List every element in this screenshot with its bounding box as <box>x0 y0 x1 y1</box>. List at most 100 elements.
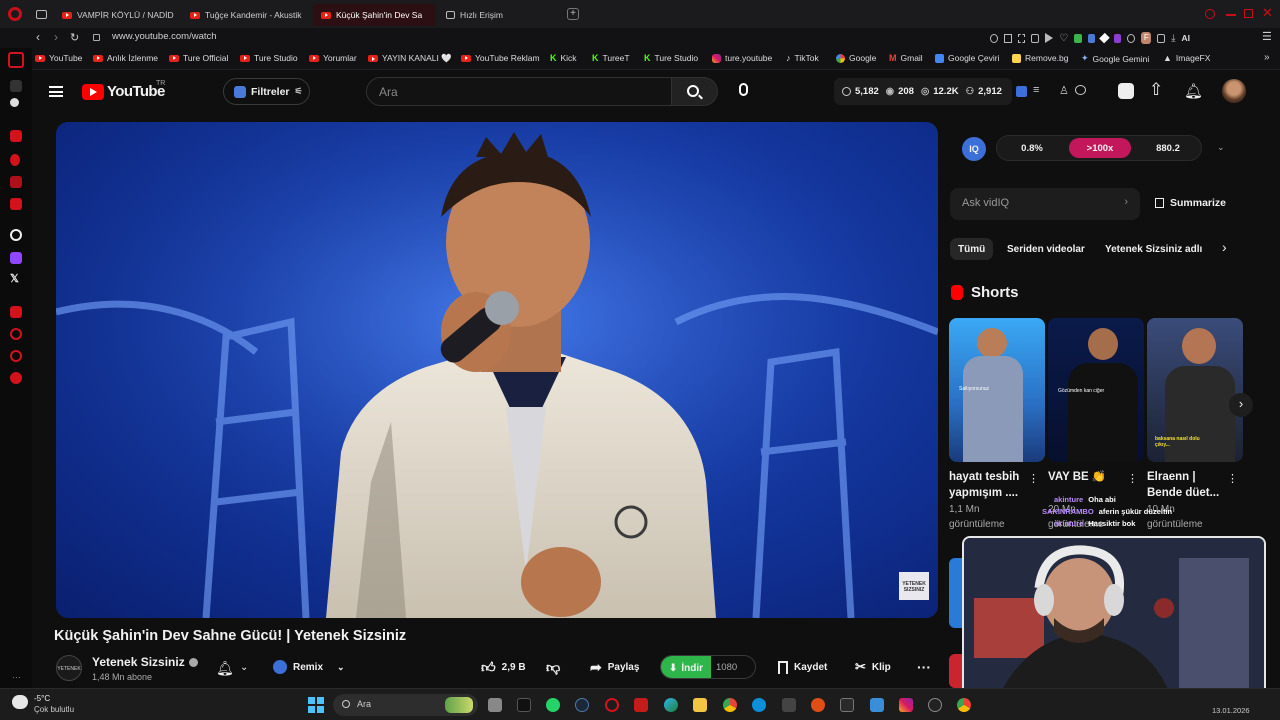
sidebar-youtube-icon[interactable] <box>10 198 22 210</box>
home-icon[interactable] <box>8 52 24 68</box>
upload-icon[interactable]: ⇧ <box>1149 80 1163 100</box>
chat-icon[interactable] <box>1075 85 1086 95</box>
bookmark-anlik-izlenme[interactable]: Anlık İzlenme <box>93 53 158 63</box>
bookmark-tureet[interactable]: K TureeT <box>592 53 630 63</box>
task-view-icon[interactable] <box>488 698 502 712</box>
bookmark-yorumlar[interactable]: Yorumlar <box>309 53 357 63</box>
chrome-2-icon[interactable] <box>957 698 971 712</box>
bell-dropdown-icon[interactable]: ⌄ <box>240 662 248 673</box>
bookmark-imagefx[interactable]: ▲ ImageFX <box>1163 53 1210 63</box>
bookmark-yayin-kanali[interactable]: YAYIN KANALI 🤍 <box>368 53 452 64</box>
notifications-bell-icon[interactable]: 🔔︎ <box>1184 82 1203 100</box>
short-thumbnail-2[interactable]: Gözümden kan ciğer <box>1048 318 1144 462</box>
weather-desc[interactable]: Çok bulutlu <box>34 705 74 714</box>
short-thumbnail-3[interactable]: baksana nasıl dolu çıkıy... <box>1147 318 1243 462</box>
ai-button[interactable]: AI <box>1182 33 1191 43</box>
chips-next-icon[interactable]: › <box>1222 239 1227 255</box>
url-field[interactable]: www.youtube.com/watch <box>112 31 217 42</box>
sidebar-more-icon[interactable]: ··· <box>12 672 21 682</box>
bookmark-google-ceviri[interactable]: Google Çeviri <box>935 53 1000 63</box>
bookmarks-overflow-icon[interactable]: » <box>1264 52 1270 63</box>
filter-button[interactable]: Filtreler ⚟ <box>223 78 310 105</box>
bookmark-remove-bg[interactable]: Remove.bg <box>1012 53 1068 63</box>
channel-avatar[interactable]: YETENEK SIZSINIZ <box>56 655 82 698</box>
media-player-icon[interactable] <box>928 698 942 712</box>
sidebar-x-icon[interactable]: 𝕏 <box>10 272 19 285</box>
bookmark-tiktok[interactable]: ♪ TikTok <box>786 53 819 63</box>
tab-tugce-kandemir[interactable]: Tuğçe Kandemir - Akustik <box>182 4 307 26</box>
ask-vidiq-input[interactable]: Ask vidIQ › <box>950 188 1140 220</box>
player-icon[interactable] <box>1045 33 1054 43</box>
tab-vampir-koylu[interactable]: VAMPİR KÖYLÜ / NADİDE <box>54 4 174 26</box>
chip-yetenek-sizsiniz[interactable]: Yetenek Sizsiniz adlı <box>1097 238 1209 260</box>
next-thumbnail[interactable] <box>949 558 963 628</box>
back-icon[interactable]: ‹ <box>36 30 40 44</box>
hamburger-menu-icon[interactable] <box>49 86 63 97</box>
bookmark-page-icon[interactable] <box>1003 33 1012 43</box>
sidebar-chatgpt-icon[interactable] <box>10 229 22 241</box>
vidiq-logo[interactable]: IQ <box>962 137 986 161</box>
taskbar-date[interactable]: 13.01.2026 <box>1212 706 1250 715</box>
chrome-icon[interactable] <box>723 698 737 712</box>
short-thumbnail-1[interactable]: Sallıyorsunuz <box>949 318 1045 462</box>
bookmark-ture-official[interactable]: Ture Official <box>169 53 228 63</box>
sidebar-history-icon[interactable] <box>10 328 22 340</box>
search-button[interactable] <box>672 77 718 106</box>
opera-taskbar-icon[interactable] <box>605 698 619 712</box>
extensions-icon[interactable] <box>1157 33 1166 43</box>
profile-avatar[interactable]: F <box>1141 32 1152 44</box>
short-title-3[interactable]: Elraenn | Bende düet... <box>1147 469 1227 501</box>
bookmark-ture-studio-kick[interactable]: K Ture Studio <box>644 53 698 63</box>
save-button[interactable]: Kaydet <box>778 655 827 679</box>
screenshot-icon[interactable] <box>1017 33 1026 43</box>
video-player[interactable]: YETENEK SIZSINIZ <box>56 122 938 618</box>
download-button[interactable]: ⬇ İndir 1080 <box>660 655 756 679</box>
summarize-button[interactable]: Summarize <box>1155 197 1226 209</box>
bookmark-gmail[interactable]: M Gmail <box>889 53 923 63</box>
taskbar-search[interactable]: Ara <box>333 694 478 716</box>
quality-select[interactable]: 1080 <box>716 662 737 673</box>
new-tab-button[interactable]: + <box>567 8 579 20</box>
menu-icon[interactable]: ☰ <box>1262 30 1272 43</box>
file-explorer-icon[interactable] <box>693 698 707 712</box>
clip-button[interactable]: ✂ Klip <box>855 655 891 679</box>
search-tabs-icon[interactable] <box>1205 9 1215 19</box>
short-menu-icon-1[interactable]: ⋮ <box>1028 472 1039 485</box>
next-thumbnail[interactable] <box>949 654 963 688</box>
bookmark-youtube-reklam[interactable]: YouTube Reklam <box>461 53 540 63</box>
sidebar-settings-icon[interactable] <box>10 372 22 384</box>
minimize-button[interactable] <box>1226 14 1236 16</box>
share-button[interactable]: ➦ Paylaş <box>590 655 639 679</box>
heart-icon[interactable]: ♡ <box>1059 33 1068 44</box>
whatsapp-icon[interactable] <box>546 698 560 712</box>
list-icon[interactable]: ≡ <box>1033 84 1039 96</box>
ext-purple-icon[interactable] <box>1113 33 1122 43</box>
short-title-1[interactable]: hayatı tesbih yapmışım .... <box>949 469 1029 501</box>
trophy-icon[interactable]: ♙ <box>1059 84 1069 97</box>
ext-green-icon[interactable] <box>1074 33 1082 43</box>
reload-icon[interactable]: ↻ <box>70 31 79 44</box>
like-button[interactable]: 👍︎ 2,9 B <box>481 655 526 679</box>
subscribe-bell-icon[interactable]: 🔔︎ <box>216 660 234 677</box>
vidiq-ext-icon[interactable] <box>1016 86 1027 97</box>
ext-translate-icon[interactable] <box>1087 33 1096 43</box>
forward-icon[interactable]: › <box>54 30 58 44</box>
short-title-2[interactable]: VAY BE 👏 <box>1048 469 1128 485</box>
shorts-next-button[interactable]: › <box>1229 393 1253 417</box>
sidebar-clock-icon[interactable] <box>10 350 22 362</box>
ext-settings-icon[interactable] <box>1127 33 1136 43</box>
instagram-taskbar-icon[interactable] <box>899 698 913 712</box>
tab-kucuk-sahin[interactable]: Küçük Şahin'in Dev Sa <box>313 4 436 26</box>
search-input[interactable]: Ara <box>366 77 672 106</box>
app-cyan-icon[interactable] <box>752 698 766 712</box>
tab-overview-icon[interactable] <box>36 10 47 19</box>
weather-icon[interactable] <box>12 695 28 709</box>
bookmark-kick[interactable]: K Kick <box>550 53 577 63</box>
short-menu-icon-3[interactable]: ⋮ <box>1227 472 1238 485</box>
app-red-icon[interactable] <box>634 698 648 712</box>
chip-seriden-videolar[interactable]: Seriden videolar <box>999 238 1093 260</box>
chip-tumu[interactable]: Tümü <box>950 238 994 260</box>
tiktok-taskbar-icon[interactable] <box>517 698 531 712</box>
weather-temp[interactable]: -5°C <box>34 694 50 703</box>
ext-diamond-icon[interactable] <box>1099 32 1110 44</box>
